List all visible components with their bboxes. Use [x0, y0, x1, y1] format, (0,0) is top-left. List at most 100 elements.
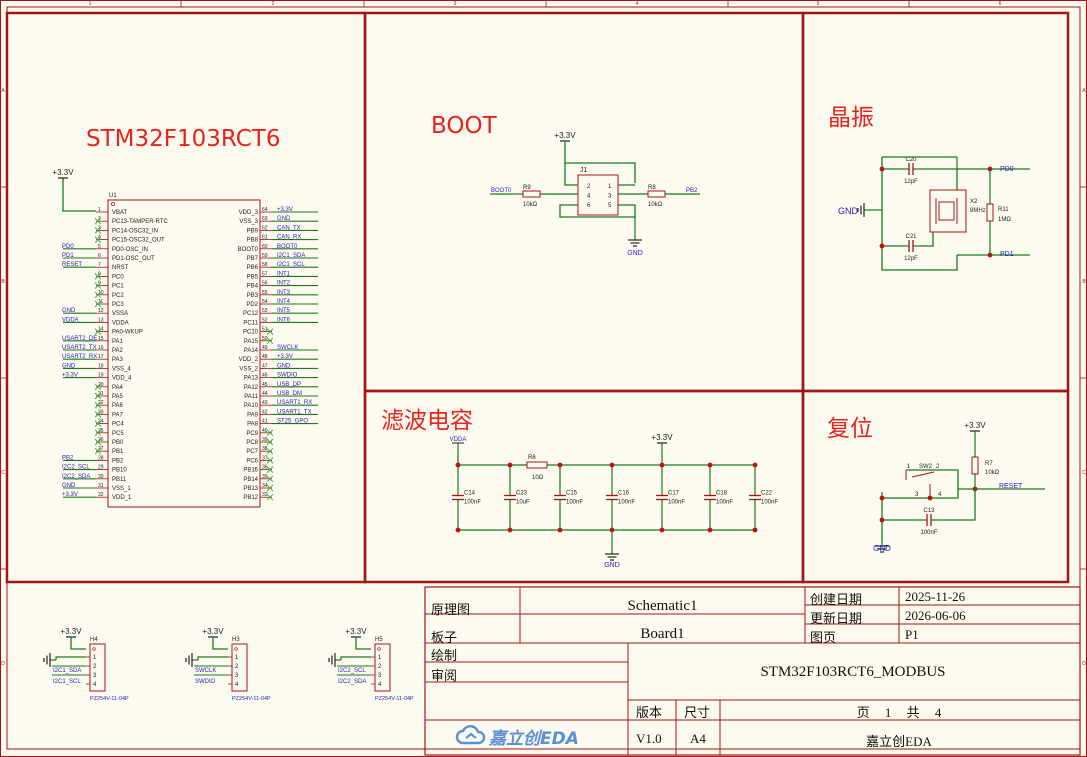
pin-number: 2: [936, 464, 940, 470]
net-label: USART2_TX: [62, 345, 97, 351]
pin-number: 61: [262, 235, 268, 241]
cap-ref: C22: [761, 491, 773, 497]
net-label: INT5: [277, 308, 291, 314]
pin-number: 48: [262, 354, 268, 360]
net-label: GND: [277, 216, 291, 222]
pin-number: 50: [262, 336, 268, 342]
pin-name: VSS_2: [239, 366, 258, 372]
pin-number: 21: [98, 391, 104, 397]
pin-number: 28: [98, 455, 104, 461]
schematic-value: Schematic1: [627, 598, 698, 614]
pin-number: 58: [262, 262, 268, 268]
pin-number: 16: [98, 345, 104, 351]
power-label: +3.3V: [60, 627, 82, 636]
cap-value: 100nF: [618, 500, 635, 506]
pin1-marker: [234, 647, 238, 651]
pin-name: PA13: [244, 376, 259, 382]
net-label: I2C2_SCL: [62, 465, 90, 471]
net-label: I2C1_SDA: [277, 253, 305, 259]
pin-name: PB2: [112, 458, 124, 464]
pin-name: PC4: [112, 422, 124, 428]
pin-number: 39: [262, 437, 268, 443]
pin-name: PA0-WKUP: [112, 330, 143, 336]
cap-value: 100nF: [668, 500, 685, 506]
jlc-logo: 嘉立创EDA: [455, 724, 579, 751]
cap-value: 100nF: [761, 500, 778, 506]
drawn-label: 绘制: [431, 648, 458, 663]
pin-number: 34: [262, 483, 268, 489]
header-wire: [212, 637, 228, 650]
pin-name: VDD_3: [239, 210, 259, 216]
pin-number: 19: [98, 373, 104, 379]
junction-dot: [752, 527, 758, 533]
pin-number: 17: [98, 354, 104, 360]
net-label: BOOT0: [491, 188, 512, 194]
switch-ref: SW2: [919, 464, 933, 470]
pin-number: 1: [98, 207, 101, 213]
size-label: 尺寸: [684, 705, 711, 720]
pin-name: VSS_1: [112, 486, 131, 492]
pin-number: 43: [262, 400, 268, 406]
reset-wire: [938, 489, 976, 521]
pin-name: PC3: [112, 302, 124, 308]
net-label: PB2: [686, 188, 698, 194]
net-label: GND: [62, 308, 76, 314]
pin-name: PC8: [246, 440, 258, 446]
cap-ref: C14: [464, 491, 476, 497]
header-wire: [55, 656, 86, 660]
pin-number: 4: [378, 682, 382, 688]
pin-name: PA4: [112, 385, 124, 391]
pin-name: PA14: [244, 348, 259, 354]
border-row-label: A: [1082, 88, 1086, 94]
pin-number: 41: [262, 419, 268, 425]
border-row-label: C: [1, 470, 5, 476]
header-part: PZ254V-11-04P: [375, 696, 414, 702]
border-col-label: 1: [89, 1, 92, 7]
pin-name: PB14: [243, 477, 258, 483]
junction-dot: [707, 462, 713, 468]
net-label: +3.3V: [277, 207, 293, 213]
net-label: SWDIO: [277, 373, 298, 379]
pin-number: 3: [235, 673, 239, 679]
border-row-label: B: [1082, 279, 1086, 285]
pin-name: PB15: [243, 468, 258, 474]
pin-number: 3: [378, 673, 382, 679]
pin-number: 36: [262, 465, 268, 471]
pin-name: VSS_4: [112, 366, 131, 372]
junction-dot: [879, 243, 885, 249]
pin-name: PB3: [247, 293, 259, 299]
cap-value: 12pF: [904, 256, 918, 262]
pin-name: PC1: [112, 284, 124, 290]
power-label: +3.3V: [202, 627, 224, 636]
net-label: USART2_DE: [62, 336, 97, 342]
cap-ref: C18: [716, 491, 728, 497]
pin-name: PD1-OSC_OUT: [112, 256, 155, 262]
board-label: 板子: [431, 630, 458, 645]
net-label: CAN_RX: [277, 235, 301, 241]
cap-value: 100nF: [920, 530, 937, 536]
pin-number: 35: [262, 474, 268, 480]
schematic-label: 原理图: [431, 602, 471, 617]
size-value: A4: [690, 731, 706, 746]
pin-number: 26: [98, 437, 104, 443]
pin-number: 37: [262, 455, 268, 461]
pin-number: 64: [262, 207, 268, 213]
junction-dot: [507, 527, 513, 533]
cap-ref: C21: [905, 234, 917, 240]
created-label: 创建日期: [810, 592, 863, 607]
pin-number: 46: [262, 373, 268, 379]
pin-number: 59: [262, 253, 268, 259]
updated-label: 更新日期: [810, 611, 863, 626]
mcu-section-title: STM32F103RCT6: [86, 126, 281, 152]
pin-number: 15: [98, 336, 104, 342]
net-label: SWDIO: [195, 679, 216, 685]
pin-number: 1: [907, 464, 911, 470]
border-col-label: 3: [454, 1, 457, 7]
pin-name: VSSA: [112, 311, 128, 317]
net-label: INT3: [277, 290, 291, 296]
pin-name: VDD_4: [112, 376, 132, 382]
pin1-marker: [111, 202, 115, 206]
pin-number: 55: [262, 290, 268, 296]
net-label: CAN_TX: [277, 225, 301, 231]
net-label: I2C2_SDA: [338, 679, 366, 685]
